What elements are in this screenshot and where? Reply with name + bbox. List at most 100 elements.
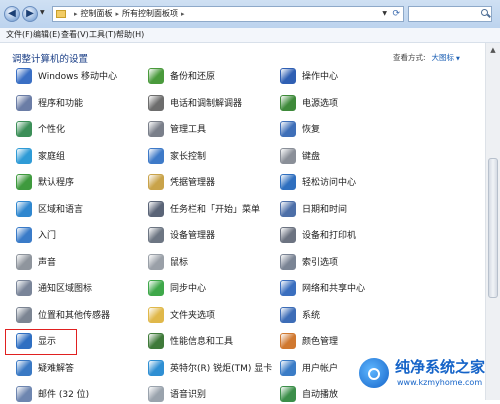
control-panel-item-label: 索引选项 [302,257,339,268]
control-panel-item-label: 邮件 (32 位) [38,390,90,400]
recent-pages-chevron-icon[interactable]: ▼ [40,9,45,16]
scrollbar-thumb[interactable] [488,158,498,298]
region-language-icon [16,200,32,217]
watermark-title: 纯净系统之家 [395,358,486,376]
sync-center-icon [148,280,164,296]
menu-tools[interactable]: 工具(T) [89,28,116,42]
control-panel-item-label: 颜色管理 [302,337,339,347]
getting-started-icon [16,227,32,243]
taskbar-start-menu-icon [148,200,164,217]
device-manager-icon [148,227,164,243]
control-panel-item-label: 恢复 [302,125,321,135]
mobility-center-icon [16,68,32,84]
troubleshooting-icon [16,359,32,376]
sound-icon [16,253,32,270]
view-by-dropdown[interactable]: 大图标 [432,53,455,62]
control-panel-item-label: 英特尔(R) 锐炬(TM) 显卡 [170,363,273,374]
title-bar: ◀ ▶ ▼ ▸ 控制面板 ▸ 所有控制面板项 ▸ ▼ ⟳ [0,0,500,29]
action-center-flag-icon [280,68,296,84]
control-panel-item-label: 凭据管理器 [170,178,216,188]
breadcrumb: ▸ 控制面板 ▸ 所有控制面板项 ▸ [74,9,185,18]
breadcrumb-item[interactable]: 控制面板 [81,9,113,18]
control-panel-item-label: 默认程序 [38,178,75,188]
control-panel-item-label: 自动播放 [302,390,339,400]
control-panel-item-label: 程序和功能 [38,98,84,109]
search-icon [481,9,488,16]
indexing-options-icon [280,253,296,270]
scroll-up-arrow-icon[interactable]: ▲ [486,43,500,57]
system-icon [280,306,296,323]
address-dropdown-chevron-icon[interactable]: ▼ [382,7,387,21]
control-panel-item-label: 网络和共享中心 [302,284,366,294]
credential-manager-icon [148,174,164,190]
keyboard-icon [280,147,296,164]
location-sensors-icon [16,306,32,323]
recovery-icon [280,121,296,137]
display-highlight-box [5,329,77,355]
admin-tools-icon [148,121,164,137]
menu-view[interactable]: 查看(V) [61,28,89,42]
forward-button[interactable]: ▶ [22,6,38,22]
date-time-icon [280,200,296,217]
control-panel-item-label: 同步中心 [170,284,207,294]
view-by: 查看方式: 大图标 ▼ [393,52,460,63]
mouse-icon [148,253,164,270]
vertical-scrollbar[interactable]: ▲ [485,43,500,400]
control-panel-item-label: 设备和打印机 [302,231,357,241]
control-panel-item-label: 日期和时间 [302,204,348,215]
power-options-icon [280,94,296,111]
control-panel-item-label: 文件夹选项 [170,310,216,321]
control-panel-item-label: 语音识别 [170,390,207,400]
control-panel-item-label: 任务栏和「开始」菜单 [170,204,261,215]
control-panel-item-label: 电话和调制解调器 [170,98,243,109]
menu-edit[interactable]: 编辑(E) [33,28,60,42]
color-management-icon [280,333,296,349]
intel-graphics-icon [148,359,164,376]
control-panel-item-label: Windows 移动中心 [38,72,118,82]
control-panel-item-label: 管理工具 [170,125,207,135]
control-panel-item-label: 通知区域图标 [38,284,93,294]
control-panel-item-label: 区域和语言 [38,204,84,215]
notification-area-icon [16,280,32,296]
search-input[interactable] [408,6,492,22]
menu-bar: 文件(F) 编辑(E) 查看(V) 工具(T) 帮助(H) [0,28,500,43]
homegroup-icon [16,147,32,164]
breadcrumb-item[interactable]: 所有控制面板项 [122,9,178,18]
view-by-chevron-icon[interactable]: ▼ [456,56,460,62]
control-panel-item-label: 性能信息和工具 [170,337,234,347]
address-bar[interactable]: ▸ 控制面板 ▸ 所有控制面板项 ▸ ▼ ⟳ [52,6,404,22]
refresh-icon[interactable]: ⟳ [392,7,400,21]
view-by-label: 查看方式: [393,53,426,62]
network-sharing-icon [280,280,296,296]
control-panel-item-label: 设备管理器 [170,231,216,241]
control-panel-item-label: 系统 [302,310,321,321]
menu-file[interactable]: 文件(F) [6,28,33,42]
control-panel-item-label: 操作中心 [302,72,339,82]
control-panel-item-label: 鼠标 [170,257,189,268]
control-panel-item-label: 声音 [38,257,57,268]
watermark: 纯净系统之家 www.kzmyhome.com [355,352,500,396]
watermark-url: www.kzmyhome.com [397,378,483,387]
back-button[interactable]: ◀ [4,6,20,22]
control-panel-item-label: 电源选项 [302,98,339,109]
parental-controls-icon [148,147,164,164]
phone-modem-icon [148,94,164,111]
control-panel-item-label: 疑难解答 [38,363,75,374]
programs-features-icon [16,94,32,111]
default-programs-icon [16,174,32,190]
control-panel-content: 调整计算机的设置 查看方式: 大图标 ▼ Windows 移动中心 备份和还原 操作中心… [0,43,485,402]
folder-options-icon [148,306,164,323]
control-panel-item-label: 个性化 [38,125,66,135]
control-panel-item-label: 入门 [38,231,57,241]
ease-of-access-icon [280,174,296,190]
control-panel-item-label: 键盘 [302,151,321,162]
backup-restore-icon [148,68,164,84]
control-panel-item-label: 家长控制 [170,151,207,162]
control-panel-item-label: 备份和还原 [170,72,216,82]
user-accounts-icon [280,359,296,376]
menu-help[interactable]: 帮助(H) [116,28,144,42]
control-panel-item-label: 家庭组 [38,151,66,162]
control-panel-item-label: 位置和其他传感器 [38,310,111,321]
watermark-logo-icon [357,356,391,390]
page-title: 调整计算机的设置 [12,54,89,65]
